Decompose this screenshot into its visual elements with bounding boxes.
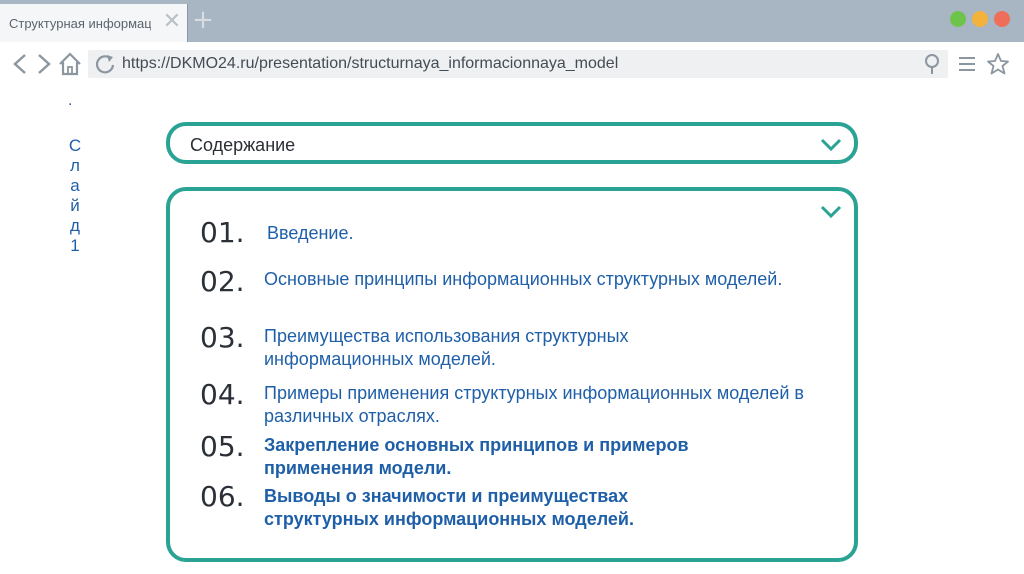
menu-icon[interactable] (958, 56, 976, 72)
contents-item-link[interactable]: Закрепление основных принципов и примеро… (264, 434, 784, 480)
slide-label: Слайд1 (68, 136, 82, 255)
tab-title: Структурная информаци (9, 16, 151, 31)
navigation-bar: https://DKMO24.ru/presentation/structurn… (0, 42, 1024, 86)
chevron-down-icon[interactable] (820, 205, 842, 219)
item-number: 03. (200, 321, 245, 354)
item-number: 02. (200, 265, 245, 298)
close-icon[interactable]: ✕ (161, 10, 183, 34)
item-number: 01. (200, 216, 245, 249)
new-tab-icon[interactable]: + (190, 6, 216, 34)
reload-icon[interactable] (94, 53, 116, 75)
address-bar[interactable]: https://DKMO24.ru/presentation/structurn… (88, 50, 948, 78)
minimize-window-button[interactable] (972, 11, 988, 27)
location-pin-icon[interactable] (922, 53, 942, 75)
chevron-left-icon[interactable] (10, 50, 30, 78)
contents-title: Содержание (190, 135, 296, 155)
contents-item-link[interactable]: Преимущества использования структурных и… (264, 325, 734, 371)
maximize-window-button[interactable] (950, 11, 966, 27)
home-icon[interactable] (58, 50, 82, 78)
contents-item-link[interactable]: Выводы о значимости и преимуществах стру… (264, 485, 734, 531)
browser-tab[interactable]: Структурная информаци ✕ (0, 4, 188, 42)
url-text[interactable]: https://DKMO24.ru/presentation/structurn… (122, 55, 618, 73)
item-number: 06. (200, 480, 245, 513)
close-window-button[interactable] (994, 11, 1010, 27)
chevron-down-icon[interactable] (820, 138, 842, 152)
sidebar-dot: . (68, 92, 73, 109)
star-icon[interactable] (986, 52, 1010, 76)
chevron-right-icon[interactable] (34, 50, 54, 78)
tab-bar: Структурная информаци ✕ + (0, 0, 1024, 42)
item-number: 05. (200, 430, 245, 463)
contents-item-link[interactable]: Основные принципы информационных структу… (264, 268, 804, 291)
item-number: 04. (200, 378, 245, 411)
contents-item-link[interactable]: Введение. (267, 222, 827, 245)
contents-dropdown[interactable]: Содержание (166, 122, 858, 164)
contents-item-link[interactable]: Примеры применения структурных информаци… (264, 382, 804, 428)
